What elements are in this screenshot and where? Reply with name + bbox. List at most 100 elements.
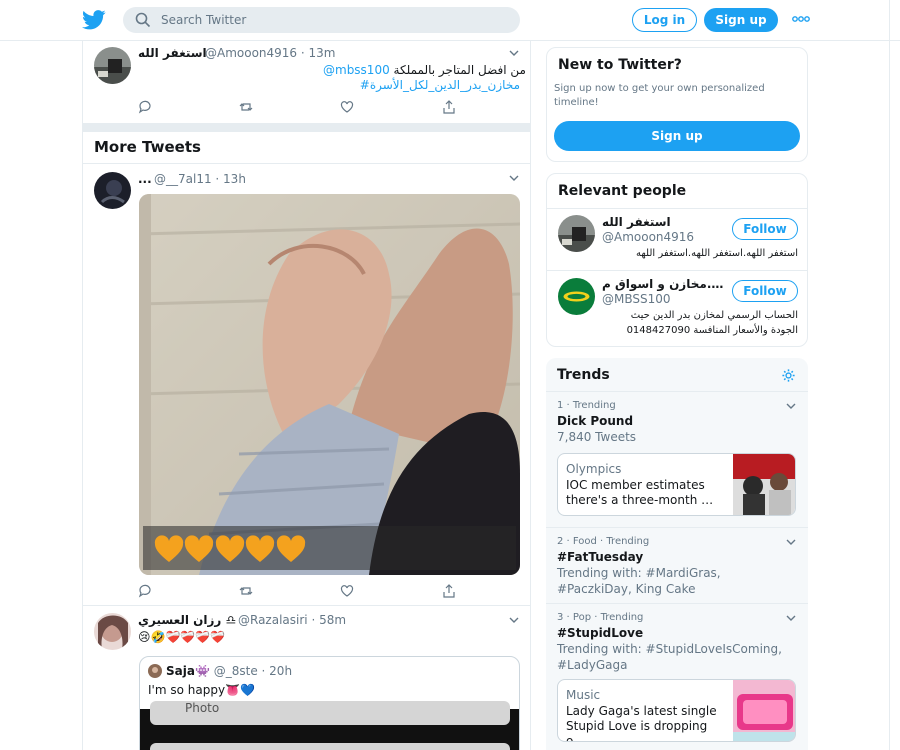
trend-news-card[interactable]: Music Lady Gaga's latest single Stupid L… — [557, 679, 796, 742]
quoted-tweet[interactable]: Saja👾 @_8ste · 20h I'm so happy👅💙 Photo — [139, 656, 520, 750]
share-icon[interactable] — [442, 99, 456, 114]
news-thumbnail — [733, 680, 795, 741]
follow-button[interactable]: Follow — [732, 280, 798, 302]
main-timeline: استغفر الله @Amooon4916 · 13m @mbss100 م… — [82, 41, 531, 750]
top-bar: Log in Sign up — [0, 0, 900, 41]
hands-photo — [139, 194, 520, 575]
chevron-down-icon[interactable] — [786, 403, 796, 409]
follow-button[interactable]: Follow — [732, 218, 798, 240]
news-category: Music — [566, 688, 601, 702]
chevron-down-icon[interactable] — [786, 615, 796, 621]
tweet-author-name[interactable]: رزان العسيري ♎ — [138, 613, 236, 627]
trend-item[interactable]: 3 · Pop · Trending #StupidLove Trending … — [546, 604, 808, 750]
signup-card: New to Twitter? Sign up now to get your … — [546, 47, 808, 162]
chevron-down-icon[interactable] — [509, 617, 519, 623]
trends-panel: Trends 1 · Trending Dick Pound 7,840 Twe… — [546, 358, 808, 750]
search-icon — [135, 12, 151, 28]
avatar-image — [94, 613, 131, 650]
tweet[interactable]: رزان العسيري ♎ @Razalasiri · 58m 😢🤣❤️‍🩹❤… — [83, 606, 530, 750]
relevant-people-title: Relevant people — [558, 183, 687, 199]
person-handle[interactable]: @Amooon4916 — [602, 230, 694, 244]
avatar-image — [94, 172, 131, 209]
tweet-author-name[interactable]: استغفر الله — [138, 46, 207, 60]
trends-title: Trends — [557, 367, 610, 383]
quoted-avatar — [148, 664, 162, 678]
quoted-author-handle[interactable]: @_8ste — [214, 664, 258, 678]
search-input[interactable] — [161, 7, 501, 33]
signup-button[interactable]: Sign up — [704, 8, 778, 32]
reply-icon[interactable] — [138, 583, 152, 598]
login-button[interactable]: Log in — [632, 8, 697, 32]
trend-meta: 2 · Food · Trending — [557, 536, 650, 547]
reply-icon[interactable] — [138, 99, 152, 114]
person-handle[interactable]: @MBSS100 — [602, 292, 671, 306]
tweet-time[interactable]: · 13h — [215, 172, 246, 186]
person-name[interactable]: مخازن و اسواق م.… — [602, 277, 723, 291]
signup-card-button[interactable]: Sign up — [554, 121, 800, 151]
chevron-down-icon[interactable] — [509, 175, 519, 181]
mention-link[interactable]: @mbss100 — [323, 63, 390, 77]
quoted-author-name[interactable]: Saja👾 — [166, 664, 210, 678]
tweet-text-line: من افضل المتاجر بالمملكة — [393, 63, 526, 77]
news-thumbnail — [733, 454, 795, 515]
relevant-people-card: Relevant people استغفر الله @Amooon4916 … — [546, 173, 808, 347]
more-options-icon[interactable] — [792, 14, 810, 24]
quoted-media-overlay-text: Photo — [185, 701, 220, 715]
news-category: Olympics — [566, 462, 622, 476]
page-divider — [889, 0, 890, 750]
avatar[interactable] — [94, 47, 131, 84]
tweet-media-image[interactable] — [139, 194, 520, 575]
avatar[interactable] — [558, 215, 595, 252]
news-description: IOC member estimates there's a three-mon… — [566, 478, 714, 507]
tweet-actions — [138, 583, 518, 599]
tweet-author-handle[interactable]: @__7al11 · 13h — [154, 172, 246, 186]
tweet-author-name[interactable]: ... — [138, 172, 152, 186]
person-bio: استغفر اللهه.استغفر اللهه.استغفر اللهه — [636, 248, 798, 259]
trend-item[interactable]: 1 · Trending Dick Pound 7,840 Tweets Oly… — [546, 392, 808, 527]
trend-news-card[interactable]: Olympics IOC member estimates there's a … — [557, 453, 796, 516]
divider — [83, 123, 530, 131]
trend-meta: 3 · Pop · Trending — [557, 612, 644, 623]
tweet[interactable]: ... @__7al11 · 13h — [83, 164, 530, 605]
tweet-time[interactable]: · 13m — [301, 46, 336, 60]
trend-name[interactable]: #FatTuesday — [557, 550, 643, 564]
settings-gear-icon[interactable] — [781, 368, 796, 383]
person-bio: الجودة والأسعار المنافسة 0148427090 — [626, 325, 798, 336]
like-icon[interactable] — [340, 583, 354, 597]
tweet-author-handle[interactable]: @Razalasiri · 58m — [238, 613, 346, 627]
avatar[interactable] — [94, 172, 131, 209]
quoted-media-image[interactable]: Photo — [140, 701, 519, 750]
like-icon[interactable] — [340, 99, 354, 113]
chevron-down-icon[interactable] — [786, 539, 796, 545]
hashtag-link[interactable]: #مخازن_بدر_الدين_لكل_الأسرة — [283, 78, 520, 92]
signup-card-text: Sign up now to get your own personalized… — [554, 83, 765, 108]
signup-card-title: New to Twitter? — [558, 57, 682, 73]
tweet-author-handle[interactable]: @Amooon4916 · 13m — [205, 46, 336, 60]
tweet-time[interactable]: · 58m — [311, 613, 346, 627]
divider — [83, 131, 530, 132]
chevron-down-icon[interactable] — [509, 50, 519, 56]
handle-text: @Amooon4916 — [205, 46, 298, 60]
trend-related: Trending with: #MardiGras, #PaczkiDay, K… — [557, 566, 721, 596]
trend-tweet-count: 7,840 Tweets — [557, 430, 637, 444]
retweet-icon[interactable] — [239, 583, 253, 597]
share-icon[interactable] — [442, 583, 456, 598]
relevant-person[interactable]: مخازن و اسواق م.… @MBSS100 Follow الحساب… — [547, 271, 807, 346]
trend-name[interactable]: #StupidLove — [557, 626, 643, 640]
avatar[interactable] — [94, 613, 131, 650]
relevant-person[interactable]: استغفر الله @Amooon4916 Follow استغفر ال… — [547, 209, 807, 269]
quoted-tweet-time[interactable]: · 20h — [262, 664, 293, 678]
trend-name[interactable]: Dick Pound — [557, 414, 633, 428]
tweet-text: @mbss100 من افضل المتاجر بالمملكة — [323, 63, 526, 77]
avatar-image — [94, 47, 131, 84]
twitter-logo-icon[interactable] — [82, 9, 106, 31]
search-box[interactable] — [123, 7, 520, 33]
avatar-image — [558, 215, 595, 252]
tweet-actions — [138, 99, 518, 115]
person-name[interactable]: استغفر الله — [602, 215, 671, 229]
retweet-icon[interactable] — [239, 99, 253, 113]
trend-item[interactable]: 2 · Food · Trending #FatTuesday Trending… — [546, 528, 808, 603]
trend-related: Trending with: #StupidLoveIsComing, #Lad… — [557, 642, 782, 672]
tweet[interactable]: استغفر الله @Amooon4916 · 13m @mbss100 م… — [83, 41, 530, 123]
trend-meta: 1 · Trending — [557, 400, 616, 411]
